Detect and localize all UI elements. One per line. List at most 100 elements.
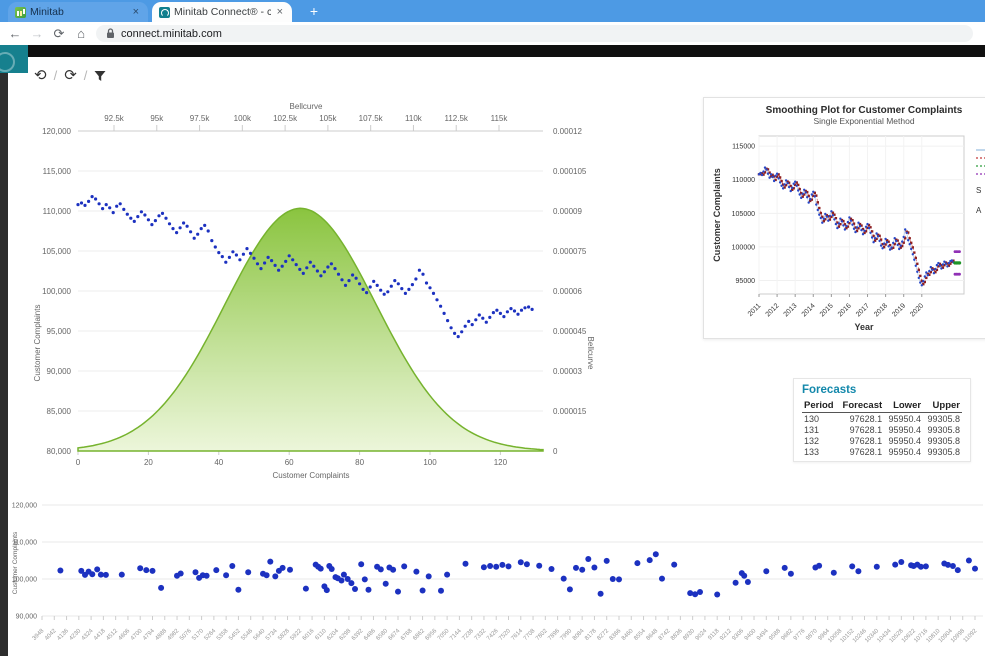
svg-text:2016: 2016 (837, 302, 853, 318)
back-icon[interactable]: ← (4, 26, 26, 41)
table-row: 13297628.195950.499305.8 (802, 435, 962, 446)
tab-minitab[interactable]: Minitab × (8, 2, 148, 22)
close-tab-icon[interactable]: × (131, 6, 141, 18)
svg-text:115000: 115000 (732, 144, 755, 151)
svg-text:0.000105: 0.000105 (553, 167, 587, 176)
svg-text:Bellcurve: Bellcurve (586, 337, 595, 370)
svg-text:9024: 9024 (695, 628, 709, 642)
svg-text:2019: 2019 (891, 302, 907, 318)
svg-text:6674: 6674 (388, 628, 402, 642)
forecast-col-header: Lower (884, 399, 923, 413)
svg-text:0.00009: 0.00009 (553, 207, 582, 216)
svg-text:8366: 8366 (609, 628, 623, 642)
svg-text:9682: 9682 (781, 628, 795, 642)
svg-text:Bellcurve: Bellcurve (290, 102, 323, 111)
svg-text:7614: 7614 (511, 628, 525, 642)
svg-text:2018: 2018 (873, 302, 889, 318)
svg-text:4418: 4418 (93, 628, 107, 642)
svg-text:20: 20 (144, 458, 153, 467)
svg-text:6204: 6204 (326, 628, 340, 642)
forecasts-title: Forecasts (802, 384, 962, 396)
svg-text:105k: 105k (319, 114, 337, 123)
svg-text:100k: 100k (234, 114, 252, 123)
svg-text:102.5k: 102.5k (273, 114, 298, 123)
svg-text:90,000: 90,000 (47, 367, 72, 376)
svg-text:4324: 4324 (81, 628, 95, 642)
svg-text:120,000: 120,000 (42, 127, 71, 136)
table-row: 13197628.195950.499305.8 (802, 424, 962, 435)
svg-text:5828: 5828 (277, 628, 291, 642)
reload-icon[interactable]: ⟳ (48, 26, 70, 42)
svg-text:9212: 9212 (719, 628, 733, 642)
svg-text:110k: 110k (405, 114, 423, 123)
svg-text:6110: 6110 (314, 628, 328, 642)
svg-text:9776: 9776 (793, 628, 807, 642)
svg-text:2014: 2014 (801, 302, 817, 318)
forecast-col-header: Period (802, 399, 838, 413)
svg-text:5452: 5452 (228, 628, 242, 642)
svg-text:S: S (976, 186, 981, 195)
svg-text:8742: 8742 (658, 628, 672, 642)
svg-text:100: 100 (423, 458, 437, 467)
svg-text:0.000015: 0.000015 (553, 407, 587, 416)
svg-text:5264: 5264 (204, 628, 218, 642)
svg-text:120,000: 120,000 (12, 503, 37, 510)
refresh-icon[interactable]: ⟳ (64, 68, 77, 83)
svg-text:0.000075: 0.000075 (553, 247, 587, 256)
svg-text:4512: 4512 (105, 628, 119, 642)
bellcurve-scatter-chart[interactable]: 120,000115,000110,000105,000100,00095,00… (28, 93, 603, 493)
svg-text:7426: 7426 (486, 628, 500, 642)
tab-title: Minitab (30, 6, 127, 18)
svg-text:115k: 115k (491, 114, 509, 123)
new-tab-button[interactable]: + (305, 3, 323, 21)
svg-text:5922: 5922 (290, 628, 304, 642)
svg-text:90,000: 90,000 (16, 614, 38, 621)
svg-text:105,000: 105,000 (42, 247, 71, 256)
table-row: 13397628.195950.499305.8 (802, 446, 962, 457)
svg-text:4982: 4982 (167, 628, 181, 642)
svg-text:Customer Complaints: Customer Complaints (273, 471, 350, 480)
svg-text:5640: 5640 (253, 628, 267, 642)
minitab-favicon (15, 7, 26, 18)
svg-text:0: 0 (76, 458, 81, 467)
svg-text:80: 80 (355, 458, 364, 467)
svg-text:9870: 9870 (805, 628, 819, 642)
close-tab-icon[interactable]: × (275, 6, 285, 18)
complaints-scatter-chart[interactable]: 120,000110,000100,00090,000Customer Comp… (8, 488, 985, 656)
svg-text:3948: 3948 (32, 628, 46, 642)
svg-text:4606: 4606 (118, 628, 132, 642)
svg-text:95,000: 95,000 (47, 327, 72, 336)
svg-text:8178: 8178 (584, 628, 598, 642)
svg-text:6392: 6392 (351, 628, 365, 642)
smoothing-plot-panel[interactable]: Smoothing Plot for Customer ComplaintsSi… (703, 97, 985, 339)
home-icon[interactable]: ⌂ (70, 26, 92, 41)
collapsed-sidebar[interactable] (0, 57, 8, 656)
svg-text:11092: 11092 (963, 628, 979, 644)
svg-text:80,000: 80,000 (47, 447, 72, 456)
forward-icon[interactable]: → (26, 26, 48, 41)
svg-text:8836: 8836 (670, 628, 684, 642)
forecasts-panel: Forecasts PeriodForecastLowerUpper 13097… (793, 378, 971, 462)
filter-icon[interactable] (94, 70, 106, 82)
tab-bar: Minitab × Minitab Connect® - connect.min… (0, 0, 985, 22)
svg-text:6016: 6016 (302, 628, 316, 642)
svg-text:Smoothing Plot for Customer Co: Smoothing Plot for Customer Complaints (766, 105, 963, 116)
forecast-col-header: Forecast (838, 399, 884, 413)
table-row: 13097628.195950.499305.8 (802, 413, 962, 425)
svg-text:8084: 8084 (572, 628, 586, 642)
svg-text:5170: 5170 (191, 628, 205, 642)
url-field[interactable]: connect.minitab.com (96, 25, 973, 42)
svg-text:7802: 7802 (535, 628, 549, 642)
minitab-connect-logo (0, 45, 28, 73)
svg-text:A: A (976, 206, 982, 215)
svg-text:2013: 2013 (783, 302, 799, 318)
history-icon[interactable]: ⟲ (34, 68, 47, 83)
svg-text:Customer Complaints: Customer Complaints (33, 305, 42, 382)
svg-text:2012: 2012 (765, 302, 781, 318)
svg-text:120: 120 (494, 458, 508, 467)
tab-minitab-connect[interactable]: Minitab Connect® - connect.min × (152, 2, 292, 22)
svg-text:8930: 8930 (682, 628, 696, 642)
svg-text:6486: 6486 (363, 628, 377, 642)
lock-icon (106, 28, 115, 39)
svg-text:95000: 95000 (736, 278, 756, 285)
